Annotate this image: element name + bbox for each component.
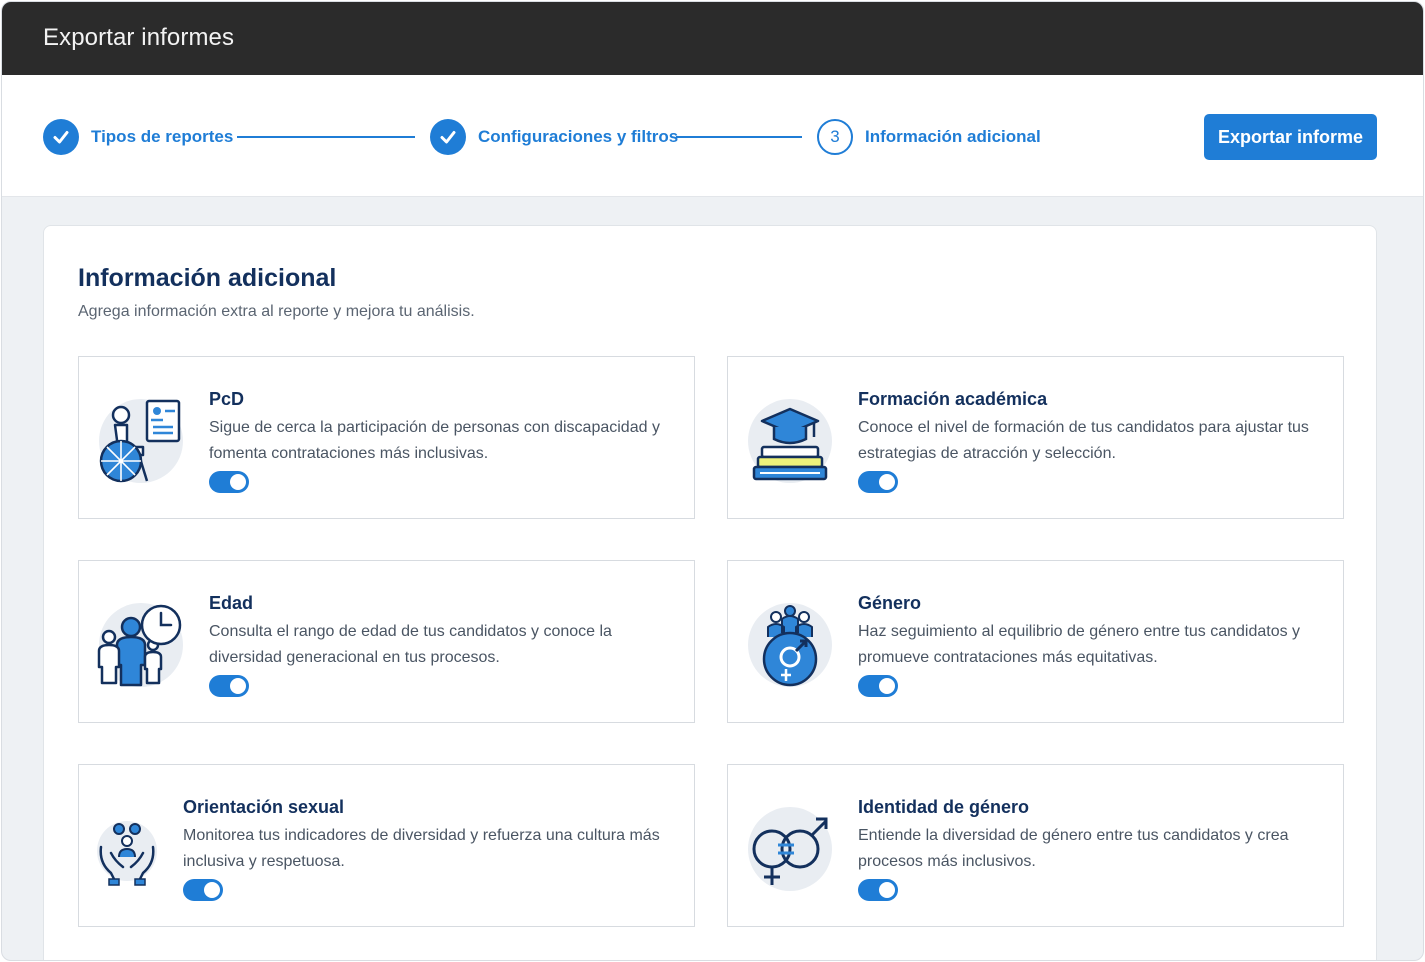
identidad-toggle[interactable] (858, 879, 898, 901)
section-subtitle: Agrega información extra al reporte y me… (78, 303, 475, 320)
step-connector (676, 136, 802, 138)
genero-toggle[interactable] (858, 675, 898, 697)
step-tipos-de-reportes[interactable]: Tipos de reportes (43, 119, 233, 155)
step-label: Tipos de reportes (91, 127, 234, 146)
toggle-knob (204, 882, 220, 898)
card-title: Formación académica (858, 389, 1048, 409)
card-title: PcD (209, 389, 245, 409)
card-edad: Edad Consulta el rango de edad de tus ca… (78, 560, 695, 723)
card-description: Monitorea tus indicadores de diversidad … (183, 827, 660, 870)
toggle-knob (879, 678, 895, 694)
orientacion-toggle[interactable] (183, 879, 223, 901)
toggle-knob (230, 678, 246, 694)
card-formacion-academica: Formación académica Conoce el nivel de f… (727, 356, 1344, 519)
check-icon (43, 119, 79, 155)
toggle-knob (879, 882, 895, 898)
card-description: Conoce el nivel de formación de tus cand… (858, 419, 1309, 462)
pcd-toggle[interactable] (209, 471, 249, 493)
graduation-cap-icon (744, 397, 836, 489)
step-informacion-adicional[interactable]: 3 Información adicional (817, 119, 1041, 155)
card-description: Sigue de cerca la participación de perso… (209, 419, 660, 462)
card-genero: Género Haz seguimiento al equilibrio de … (727, 560, 1344, 723)
gender-icon (744, 601, 836, 693)
window-title: Exportar informes (43, 24, 235, 51)
title-bar: Exportar informes (2, 2, 1423, 75)
card-description: Consulta el rango de edad de tus candida… (209, 623, 612, 666)
toggle-knob (879, 474, 895, 490)
card-orientacion-sexual: Orientación sexual Monitorea tus indicad… (78, 764, 695, 927)
additional-info-panel: Información adicional Agrega información… (43, 225, 1377, 960)
card-description: Entiende la diversidad de género entre t… (858, 827, 1289, 870)
app-window: Exportar informes Tipos de reportes Conf… (1, 1, 1424, 961)
step-label: Configuraciones y filtros (478, 127, 679, 146)
card-title: Edad (209, 593, 254, 613)
section-title: Información adicional (78, 264, 337, 292)
gender-identity-icon (744, 805, 836, 897)
community-hands-icon (95, 817, 159, 889)
toggle-knob (230, 474, 246, 490)
card-description: Haz seguimiento al equilibrio de género … (858, 623, 1301, 666)
formacion-toggle[interactable] (858, 471, 898, 493)
wheelchair-icon (95, 397, 187, 489)
card-identidad-de-genero: Identidad de género Entiende la diversid… (727, 764, 1344, 927)
card-title: Identidad de género (858, 797, 1030, 817)
age-group-icon (95, 601, 187, 693)
step-number: 3 (817, 119, 853, 155)
check-icon (430, 119, 466, 155)
card-title: Género (858, 593, 922, 613)
step-label: Información adicional (865, 127, 1041, 146)
card-title: Orientación sexual (183, 797, 345, 817)
export-report-button[interactable]: Exportar informe (1204, 114, 1377, 160)
step-configuraciones-y-filtros[interactable]: Configuraciones y filtros (430, 119, 678, 155)
step-connector (237, 136, 415, 138)
edad-toggle[interactable] (209, 675, 249, 697)
card-pcd: PcD Sigue de cerca la participación de p… (78, 356, 695, 519)
